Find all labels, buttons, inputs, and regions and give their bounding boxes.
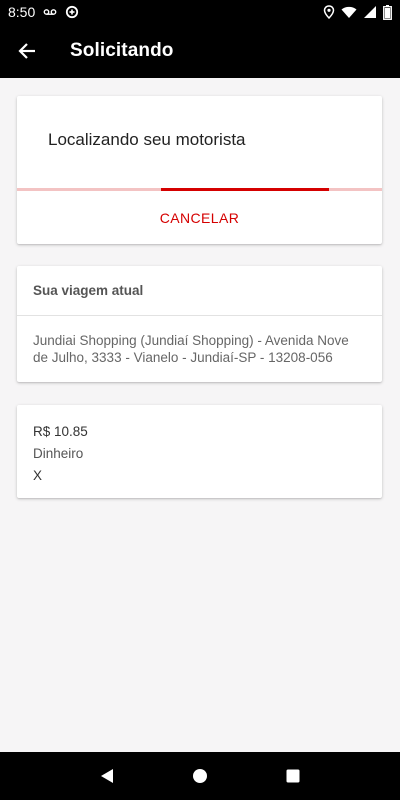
screen: 8:50 Solicitando Localizando seu motoris… [0, 0, 400, 800]
recents-square-icon [286, 769, 300, 783]
wifi-icon [341, 6, 357, 19]
voicemail-icon [43, 7, 57, 17]
battery-icon [383, 4, 392, 20]
nav-back-button[interactable] [83, 752, 131, 800]
app-bar: Solicitando [0, 24, 400, 78]
home-circle-icon [192, 768, 208, 784]
cancel-button[interactable]: CANCELAR [17, 191, 382, 244]
location-icon [323, 5, 335, 19]
trip-card-header: Sua viagem atual [17, 266, 382, 316]
trip-card: Sua viagem atual Jundiai Shopping (Jundi… [17, 266, 382, 382]
status-time: 8:50 [8, 4, 36, 20]
payment-method: Dinheiro [33, 446, 84, 461]
back-triangle-icon [99, 768, 115, 784]
payment-card: R$ 10.85 Dinheiro X [17, 405, 382, 498]
nav-recents-button[interactable] [269, 752, 317, 800]
signal-icon [363, 5, 377, 19]
trip-address: Jundiai Shopping (Jundiaí Shopping) - Av… [33, 333, 349, 365]
payment-extra: X [33, 468, 43, 483]
nav-home-button[interactable] [176, 752, 224, 800]
trip-price: R$ 10.85 [33, 424, 88, 439]
back-button[interactable] [0, 24, 54, 78]
system-nav-bar [0, 752, 400, 800]
data-saver-icon [65, 5, 79, 19]
status-bar: 8:50 [0, 0, 400, 24]
arrow-back-icon [18, 42, 36, 60]
searching-status-text: Localizando seu motorista [48, 130, 246, 149]
page-title: Solicitando [70, 40, 174, 61]
